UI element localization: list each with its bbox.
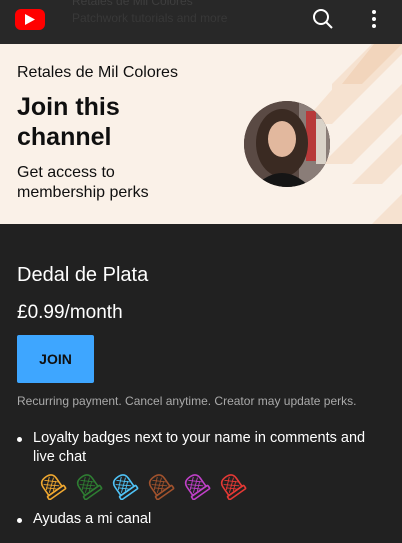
perk-text: Ayudas a mi canal: [33, 511, 152, 527]
membership-hero: Retales de Mil Colores Join this channel…: [0, 44, 402, 224]
thimble-badge-icon: [148, 474, 175, 500]
search-icon[interactable]: [312, 8, 334, 30]
page-title: Join this channel: [17, 93, 120, 151]
bullet: [17, 518, 22, 523]
top-app-bar: Retales de Mil Colores Patchwork tutoria…: [0, 0, 402, 44]
page-subtitle: Get access to membership perks: [17, 164, 149, 201]
bullet: [17, 437, 22, 442]
thimble-badge-icon: [76, 474, 103, 500]
channel-name: Retales de Mil Colores: [17, 64, 178, 81]
faded-channel-title: Retales de Mil Colores: [72, 0, 193, 8]
tier-name: Dedal de Plata: [17, 264, 149, 286]
more-vertical-icon[interactable]: [365, 9, 383, 29]
perk-text: Loyalty badges next to your name in comm…: [33, 430, 366, 465]
payment-disclaimer: Recurring payment. Cancel anytime. Creat…: [17, 394, 357, 408]
avatar: [244, 101, 330, 187]
thimble-badge-icon: [220, 474, 247, 500]
thimble-badge-icon: [112, 474, 139, 500]
thimble-badge-icon: [40, 474, 67, 500]
tier-price: £0.99/month: [17, 302, 123, 323]
join-button[interactable]: JOIN: [17, 335, 94, 383]
thimble-badge-icon: [184, 474, 211, 500]
youtube-logo-icon[interactable]: [15, 9, 45, 30]
faded-channel-subtitle: Patchwork tutorials and more: [72, 11, 228, 25]
